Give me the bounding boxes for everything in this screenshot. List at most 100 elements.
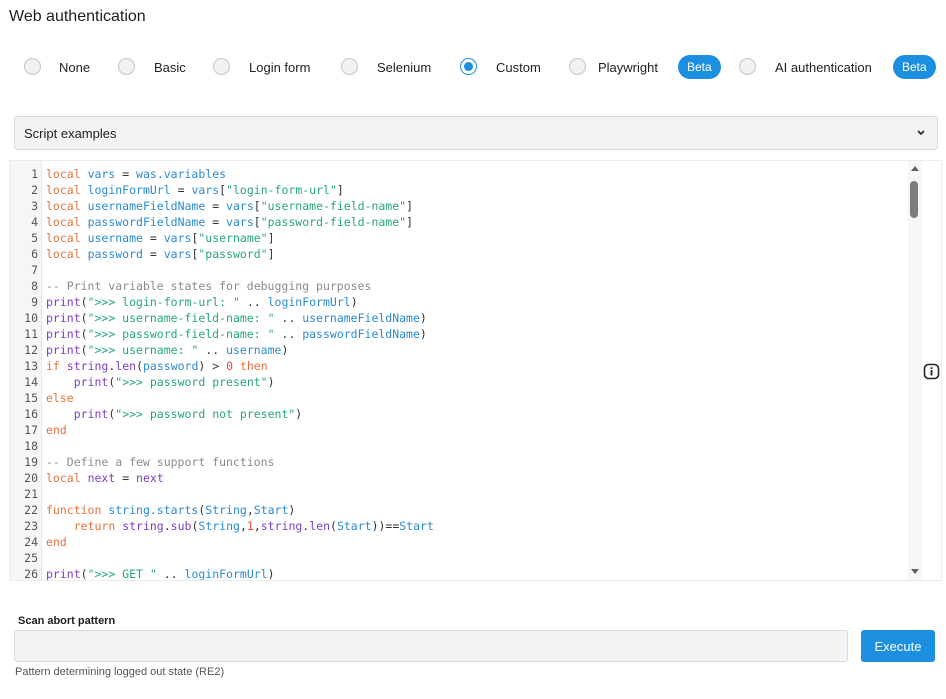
line-number: 3 [31,199,38,213]
line-number: 6 [31,247,38,261]
scroll-up-arrow-icon[interactable] [911,166,919,171]
scroll-down-arrow-icon[interactable] [911,569,919,574]
code-line[interactable]: 6 local password = vars["password"] [10,246,915,262]
code-line[interactable]: 3 local usernameFieldName = vars["usernam… [10,198,915,214]
execute-button[interactable]: Execute [861,630,935,662]
auth-method-group: None Basic Login form Selenium Custom Pl… [0,54,946,80]
code-editor[interactable]: 1 local vars = was.variables 2 local loginF… [9,160,942,581]
code-line[interactable]: 7 [10,262,915,278]
line-number: 1 [31,167,38,181]
code-text: local passwordFieldName = vars["password… [46,215,414,229]
radio-label-basic[interactable]: Basic [154,60,186,75]
code-text: end [46,423,67,437]
code-line[interactable]: 25 [10,550,915,566]
code-line[interactable]: 13 if string.len(password) > 0 then [10,358,915,374]
line-number: 22 [24,503,38,517]
code-text: local vars = was.variables [46,167,227,181]
code-line[interactable]: 19 -- Define a few support functions [10,454,915,470]
code-text: local password = vars["password"] [46,247,275,261]
script-examples-select[interactable]: Script examples [14,116,938,150]
editor-scrollbar[interactable] [908,161,922,580]
line-number: 11 [24,327,38,341]
radio-label-playwright[interactable]: Playwright [598,60,658,75]
code-text: print(">>> GET " .. loginFormUrl) [46,567,275,581]
code-line[interactable]: 15 else [10,390,915,406]
code-line[interactable]: 8 -- Print variable states for debugging … [10,278,915,294]
code-text: local usernameFieldName = vars["username… [46,199,414,213]
code-text: print(">>> username-field-name: " .. use… [46,311,427,325]
code-text: function string.starts(String,Start) [46,503,296,517]
code-text: print(">>> login-form-url: " .. loginFor… [46,295,358,309]
line-number: 25 [24,551,38,565]
line-number: 8 [31,279,38,293]
chevron-down-icon [917,130,925,136]
line-number: 17 [24,423,38,437]
code-line[interactable]: 20 local next = next [10,470,915,486]
line-number: 24 [24,535,38,549]
code-text: print(">>> username: " .. username) [46,343,289,357]
code-text: local loginFormUrl = vars["login-form-ur… [46,183,344,197]
line-number: 12 [24,343,38,357]
code-line[interactable]: 11 print(">>> password-field-name: " .. p… [10,326,915,342]
code-line[interactable]: 21 [10,486,915,502]
line-number: 4 [31,215,38,229]
line-number: 19 [24,455,38,469]
line-number: 15 [24,391,38,405]
page-title: Web authentication [9,8,146,25]
scan-abort-pattern-hint: Pattern determining logged out state (RE… [15,666,225,678]
radio-selenium[interactable] [341,58,358,75]
line-number: 2 [31,183,38,197]
code-line[interactable]: 10 print(">>> username-field-name: " .. u… [10,310,915,326]
script-examples-value: Script examples [24,126,117,141]
line-number: 21 [24,487,38,501]
line-number: 10 [24,311,38,325]
code-text: local next = next [46,471,164,485]
code-line[interactable]: 23 return string.sub(String,1,string.len… [10,518,915,534]
code-line[interactable]: 9 print(">>> login-form-url: " .. loginFo… [10,294,915,310]
line-number: 7 [31,263,38,277]
scan-abort-pattern-input[interactable] [14,630,848,662]
code-line[interactable]: 5 local username = vars["username"] [10,230,915,246]
radio-label-none[interactable]: None [59,60,90,75]
code-text: -- Define a few support functions [46,455,275,469]
radio-login-form[interactable] [213,58,230,75]
playwright-beta-badge: Beta [678,55,721,79]
ai-authentication-beta-badge: Beta [893,55,936,79]
code-line[interactable]: 26 print(">>> GET " .. loginFormUrl) [10,566,915,581]
radio-label-custom[interactable]: Custom [496,60,541,75]
code-text: if string.len(password) > 0 then [46,359,268,373]
code-text: local username = vars["username"] [46,231,275,245]
code-line[interactable]: 16 print(">>> password not present") [10,406,915,422]
code-text: else [46,391,74,405]
line-number: 14 [24,375,38,389]
line-number: 9 [31,295,38,309]
radio-label-login-form[interactable]: Login form [249,60,310,75]
line-number: 16 [24,407,38,421]
line-number: 13 [24,359,38,373]
radio-basic[interactable] [118,58,135,75]
code-line[interactable]: 14 print(">>> password present") [10,374,915,390]
code-line[interactable]: 4 local passwordFieldName = vars["passwor… [10,214,915,230]
scrollbar-thumb[interactable] [910,181,918,218]
radio-custom[interactable] [460,58,477,75]
code-line[interactable]: 24 end [10,534,915,550]
radio-label-selenium[interactable]: Selenium [377,60,431,75]
code-line[interactable]: 1 local vars = was.variables [10,166,915,182]
radio-playwright[interactable] [569,58,586,75]
code-line[interactable]: 2 local loginFormUrl = vars["login-form-u… [10,182,915,198]
code-line[interactable]: 22 function string.starts(String,Start) [10,502,915,518]
info-icon[interactable] [923,363,940,380]
code-line[interactable]: 12 print(">>> username: " .. username) [10,342,915,358]
code-text: print(">>> password not present") [73,407,303,421]
line-number: 23 [24,519,38,533]
code-line[interactable]: 18 [10,438,915,454]
code-text: -- Print variable states for debugging p… [46,279,372,293]
line-number: 26 [24,567,38,581]
code-text: print(">>> password present") [73,375,275,389]
code-text: print(">>> password-field-name: " .. pas… [46,327,427,341]
radio-ai-authentication[interactable] [739,58,756,75]
radio-label-ai-authentication[interactable]: AI authentication [775,60,872,75]
code-line[interactable]: 17 end [10,422,915,438]
code-lines[interactable]: 1 local vars = was.variables 2 local loginF… [10,166,915,581]
radio-none[interactable] [24,58,41,75]
